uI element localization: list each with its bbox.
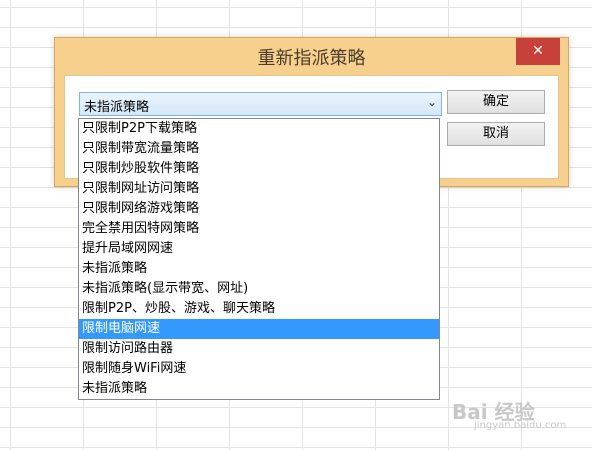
dropdown-item[interactable]: 只限制网址访问策略 <box>79 179 439 199</box>
watermark-subtext: jingyan.baidu.com <box>474 420 567 431</box>
cancel-button[interactable]: 取消 <box>447 122 545 146</box>
close-button[interactable]: ✕ <box>516 38 560 65</box>
policy-select[interactable]: 未指派策略 ⌄ <box>79 92 442 116</box>
dropdown-item[interactable]: 提升局域网网速 <box>79 239 439 259</box>
baidu-watermark-logo: Bai 经验 jingyan.baidu.com <box>452 396 582 440</box>
dropdown-item[interactable]: 限制访问路由器 <box>79 339 439 359</box>
dropdown-item[interactable]: 未指派策略(显示带宽、网址) <box>79 279 439 299</box>
dropdown-item[interactable]: 未指派策略 <box>79 259 439 279</box>
dropdown-item[interactable]: 只限制炒股软件策略 <box>79 159 439 179</box>
dropdown-item[interactable]: 限制随身WiFi网速 <box>79 359 439 379</box>
policy-dropdown-list[interactable]: 只限制P2P下载策略 只限制带宽流量策略 只限制炒股软件策略 只限制网址访问策略… <box>78 118 440 400</box>
dropdown-item[interactable]: 限制电脑网速 <box>79 319 439 339</box>
dialog-titlebar[interactable]: 重新指派策略 ✕ <box>55 38 568 74</box>
chevron-down-icon[interactable]: ⌄ <box>427 95 437 109</box>
ok-button[interactable]: 确定 <box>447 90 545 114</box>
dropdown-item[interactable]: 只限制网络游戏策略 <box>79 199 439 219</box>
dropdown-item[interactable]: 完全禁用因特网策略 <box>79 219 439 239</box>
close-icon: ✕ <box>532 43 544 59</box>
policy-select-value: 未指派策略 <box>84 100 150 115</box>
dialog-title: 重新指派策略 <box>257 48 366 69</box>
dropdown-item[interactable]: 只限制P2P下载策略 <box>79 119 439 139</box>
dropdown-item[interactable]: 限制P2P、炒股、游戏、聊天策略 <box>79 299 439 319</box>
dropdown-item[interactable]: 未指派策略 <box>79 379 439 399</box>
dropdown-item[interactable]: 只限制带宽流量策略 <box>79 139 439 159</box>
